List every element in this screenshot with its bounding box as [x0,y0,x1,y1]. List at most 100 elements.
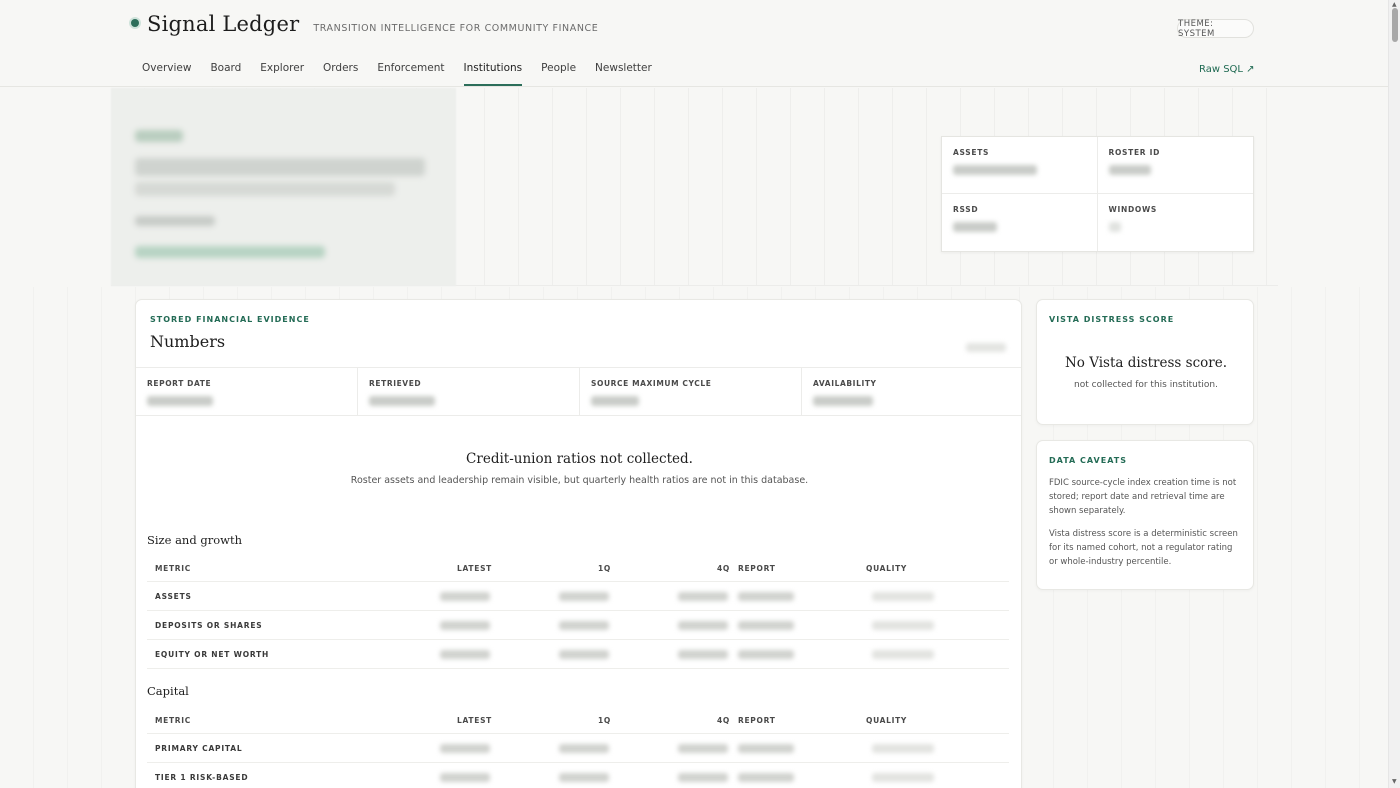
data-caveats-card: DATA CAVEATS FDIC source-cycle index cre… [1036,440,1254,590]
value-redacted [559,591,609,601]
roster-id-cell: ROSTER ID [1097,137,1253,194]
value-redacted [872,620,934,630]
notice-title: Credit-union ratios not collected. [466,451,693,467]
column-header: LATEST [457,564,492,573]
nav-board[interactable]: Board [210,62,241,86]
value-redacted [559,620,609,630]
column-header: METRIC [155,716,191,725]
nav-orders[interactable]: Orders [323,62,358,86]
vista-subtitle: not collected for this institution. [1074,380,1218,390]
nav-overview[interactable]: Overview [142,62,191,86]
nav-people[interactable]: People [541,62,576,86]
roster-id-label: ROSTER ID [1108,148,1160,157]
value-redacted [440,591,490,601]
evidence-eyebrow: STORED FINANCIAL EVIDENCE [150,315,310,324]
metric-label: DEPOSITS OR SHARES [155,620,263,630]
stat-label: AVAILABILITY [813,379,877,388]
raw-sql-link[interactable]: Raw SQL ↗ [1199,64,1255,75]
brand-dot-icon [131,19,139,27]
stat-value-redacted [369,396,435,406]
stat-label: REPORT DATE [147,379,212,388]
metric-label: ASSETS [155,591,192,601]
redacted-institution-header [111,88,456,286]
table-row: ASSETS [147,582,1009,611]
nav-institutions[interactable]: Institutions [463,62,523,86]
metric-label: EQUITY OR NET WORTH [155,649,270,659]
column-header: REPORT [738,564,776,573]
metric-label: TIER 1 RISK-BASED [155,772,249,782]
value-redacted [559,743,609,753]
top-header: Signal Ledger TRANSITION INTELLIGENCE FO… [0,0,1388,87]
table-row: EQUITY OR NET WORTH [147,640,1009,669]
capital-table: METRIC LATEST 1Q 4Q REPORT QUALITY PRIMA… [147,708,1009,788]
value-redacted [678,620,728,630]
brand-tagline: TRANSITION INTELLIGENCE FOR COMMUNITY FI… [313,23,599,34]
assets-cell: ASSETS [942,137,1098,194]
assets-label: ASSETS [953,148,990,157]
theme-toggle-button[interactable]: THEME: SYSTEM [1177,19,1254,39]
stat-label: RETRIEVED [369,379,422,388]
section-size-growth-title: Size and growth [147,533,243,547]
value-redacted [559,772,609,782]
stat-report-date: REPORT DATE [136,368,358,415]
page-scrollbar[interactable]: ▲ ▼ [1388,0,1400,788]
windows-label: WINDOWS [1108,205,1158,214]
value-redacted [678,591,728,601]
assets-value-redacted [953,165,1037,175]
value-redacted [440,743,490,753]
column-header: METRIC [155,564,191,573]
scroll-up-icon[interactable]: ▲ [1392,1,1397,8]
vista-title: No Vista distress score. [1064,355,1227,371]
rssd-cell: RSSD [942,194,1098,251]
value-redacted [559,649,609,659]
stat-value-redacted [591,396,639,406]
value-redacted [872,591,934,601]
table-header-row: METRIC LATEST 1Q 4Q REPORT QUALITY [147,708,1009,734]
caveat-item: Vista distress score is a deterministic … [1049,529,1238,567]
evidence-stats: REPORT DATE RETRIEVED SOURCE MAXIMUM CYC… [136,367,1021,416]
vista-eyebrow: VISTA DISTRESS SCORE [1049,315,1175,324]
size-growth-table: METRIC LATEST 1Q 4Q REPORT QUALITY ASSET… [147,556,1009,669]
stat-availability: AVAILABILITY [802,368,1021,415]
nav-newsletter[interactable]: Newsletter [595,62,652,86]
brand[interactable]: Signal Ledger TRANSITION INTELLIGENCE FO… [131,12,598,36]
stat-value-redacted [813,396,873,406]
brand-name: Signal Ledger [147,12,300,36]
value-redacted [738,743,794,753]
evidence-action-redacted[interactable] [966,343,1006,352]
value-redacted [440,649,490,659]
value-redacted [738,649,794,659]
section-capital-title: Capital [147,684,189,698]
main-nav: Overview Board Explorer Orders Enforceme… [142,62,671,86]
rssd-label: RSSD [953,205,979,214]
vista-distress-card: VISTA DISTRESS SCORE No Vista distress s… [1036,299,1254,425]
identity-grid: ASSETS ROSTER ID RSSD WINDOWS [941,136,1254,252]
column-header: 4Q [717,564,730,573]
stat-source-max-cycle: SOURCE MAXIMUM CYCLE [580,368,802,415]
value-redacted [678,772,728,782]
financial-evidence-card: STORED FINANCIAL EVIDENCE Numbers REPORT… [135,299,1022,788]
stat-label: SOURCE MAXIMUM CYCLE [591,379,712,388]
column-header: 4Q [717,716,730,725]
column-header: REPORT [738,716,776,725]
rssd-value-redacted [953,222,997,232]
scroll-down-icon[interactable]: ▼ [1392,778,1397,785]
value-redacted [738,772,794,782]
table-row: DEPOSITS OR SHARES [147,611,1009,640]
scrollbar-thumb[interactable] [1392,8,1398,42]
stat-retrieved: RETRIEVED [358,368,580,415]
table-row: TIER 1 RISK-BASED [147,763,1009,788]
column-header: QUALITY [866,716,908,725]
value-redacted [738,591,794,601]
table-row: PRIMARY CAPITAL [147,734,1009,763]
value-redacted [872,649,934,659]
column-header: 1Q [598,716,611,725]
evidence-title: Numbers [150,332,226,351]
nav-explorer[interactable]: Explorer [260,62,304,86]
value-redacted [440,772,490,782]
value-redacted [872,772,934,782]
value-redacted [678,649,728,659]
value-redacted [872,743,934,753]
nav-enforcement[interactable]: Enforcement [377,62,444,86]
caveat-item: FDIC source-cycle index creation time is… [1049,478,1237,516]
